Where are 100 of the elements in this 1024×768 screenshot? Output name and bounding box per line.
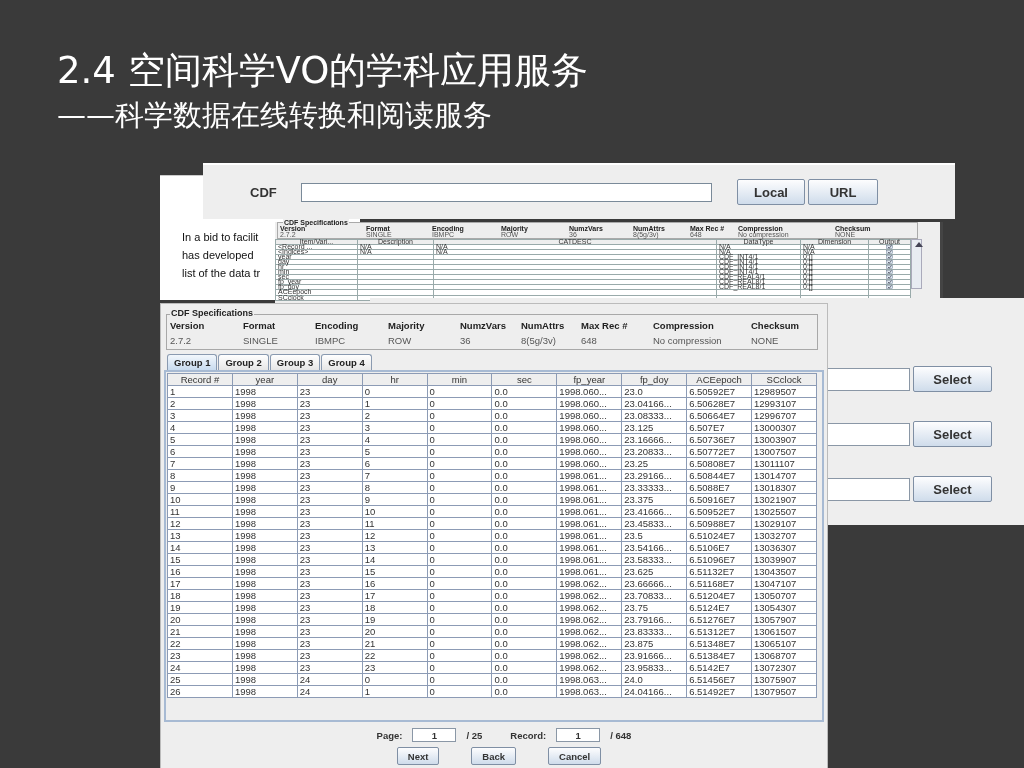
table-cell: 1998.062...: [559, 638, 607, 649]
local-button[interactable]: Local: [737, 179, 805, 205]
tab[interactable]: Group 2: [218, 354, 269, 370]
column-header[interactable]: min: [427, 373, 492, 386]
table-cell: 1998.061...: [559, 542, 607, 553]
table-cell: 1998.062...: [559, 626, 607, 637]
checked-checkbox[interactable]: [885, 249, 894, 254]
checked-checkbox[interactable]: [885, 280, 894, 285]
spec-value: 648: [581, 335, 598, 346]
table-cell: 22: [170, 638, 181, 649]
table-cell: 23.375: [624, 494, 654, 505]
table-cell: 1998.060...: [559, 398, 607, 409]
tab[interactable]: Group 4: [321, 354, 372, 370]
table-cell: 1998: [234, 638, 257, 649]
checked-checkbox[interactable]: [885, 270, 894, 275]
path-input-field[interactable]: [826, 477, 910, 501]
table-cell: 6.51492E7: [689, 686, 736, 697]
scrollbar[interactable]: [911, 238, 922, 289]
table-cell: 26: [170, 686, 181, 697]
table-cell: 0: [429, 566, 435, 577]
table-cell: 6.5106E7: [689, 542, 730, 553]
table-cell: 23: [299, 446, 311, 457]
table-cell: 4: [364, 434, 370, 445]
column-header[interactable]: sec: [491, 373, 557, 386]
table-cell: 0.0: [494, 398, 508, 409]
checked-checkbox[interactable]: [885, 285, 894, 290]
table-cell: 9: [170, 482, 176, 493]
table-cell: 1998.062...: [559, 662, 607, 673]
table-cell: 0: [429, 674, 435, 685]
table-cell: 1998: [234, 530, 257, 541]
record-input-field[interactable]: 1: [556, 728, 601, 742]
spec-value: 8(5g/3v): [521, 335, 557, 346]
spec-value: 2.7.2: [170, 335, 193, 346]
file-input-field[interactable]: [301, 182, 712, 202]
tab[interactable]: Group 3: [269, 354, 321, 370]
checked-checkbox[interactable]: [885, 244, 894, 249]
table-cell: 1998: [234, 590, 257, 601]
table-cell: 2: [170, 398, 176, 409]
checked-checkbox[interactable]: [885, 259, 894, 264]
column-header[interactable]: fp_doy: [621, 373, 687, 386]
table-cell: 21: [170, 626, 181, 637]
table-cell: 23: [299, 530, 311, 541]
table-cell: 23: [299, 554, 311, 565]
table-cell: 23: [299, 638, 311, 649]
path-input-field[interactable]: [826, 367, 910, 391]
column-header[interactable]: hr: [362, 373, 428, 386]
table-cell: 13014707: [754, 470, 797, 481]
table-cell: 13025507: [754, 506, 797, 517]
table-cell: 23.125: [624, 422, 654, 433]
table-cell: 1998.061...: [559, 482, 607, 493]
table-cell: 1998: [234, 614, 257, 625]
table-cell: 23: [299, 662, 311, 673]
url-button[interactable]: URL: [808, 179, 878, 205]
table-cell: 16: [170, 566, 181, 577]
spec-label: NumAttrs: [521, 320, 566, 331]
table-cell: 0.0: [494, 530, 508, 541]
table-cell: 6.507E7: [689, 422, 725, 433]
select-button[interactable]: Select: [913, 421, 992, 447]
table-cell: 0.0: [494, 650, 508, 661]
column-header[interactable]: day: [297, 373, 363, 386]
table-cell: 24: [299, 686, 311, 697]
field-label: CDF: [250, 184, 278, 200]
table-cell: 1998: [234, 686, 257, 697]
select-button[interactable]: Select: [913, 476, 992, 502]
column-header[interactable]: Record #: [167, 373, 233, 386]
slide-title: 2.4 空间科学VO的学科应用服务: [57, 48, 589, 94]
checked-checkbox[interactable]: [885, 254, 894, 259]
table-cell: 0.0: [494, 494, 508, 505]
table-cell: 10: [364, 506, 376, 517]
table-cell: 6.50628E7: [689, 398, 736, 409]
table-cell: 7: [170, 458, 176, 469]
table-cell: 1998: [234, 470, 257, 481]
spec-label: Format: [243, 320, 277, 331]
path-input-field[interactable]: [826, 422, 910, 446]
column-header[interactable]: ACEepoch: [686, 373, 752, 386]
table-cell: 13: [364, 542, 376, 553]
up-arrow-icon[interactable]: [915, 241, 923, 247]
table-cell: 13072307: [754, 662, 797, 673]
table-cell: 12996707: [754, 410, 797, 421]
tab[interactable]: Group 1: [167, 354, 218, 370]
column-header[interactable]: SCclock: [751, 373, 817, 386]
page-input-field[interactable]: 1: [412, 728, 457, 742]
table-cell: 13047107: [754, 578, 797, 589]
table-cell: 1998: [234, 482, 257, 493]
checked-checkbox[interactable]: [885, 275, 894, 280]
table-cell: 17: [364, 590, 376, 601]
table-cell: 6.50844E7: [689, 470, 736, 481]
column-header[interactable]: fp_year: [556, 373, 622, 386]
table-cell: 1998: [234, 518, 257, 529]
checked-checkbox[interactable]: [885, 265, 894, 269]
nav-button[interactable]: Back: [471, 747, 517, 765]
nav-button[interactable]: Next: [396, 747, 440, 765]
nav-button[interactable]: Cancel: [548, 747, 602, 765]
table-cell: 0: [429, 446, 435, 457]
table-cell: 6.5088E7: [689, 482, 730, 493]
select-button[interactable]: Select: [913, 366, 992, 392]
table-cell: 6: [364, 458, 370, 469]
table-cell: 1: [364, 686, 370, 697]
table-cell: 9: [364, 494, 370, 505]
column-header[interactable]: year: [232, 373, 298, 386]
